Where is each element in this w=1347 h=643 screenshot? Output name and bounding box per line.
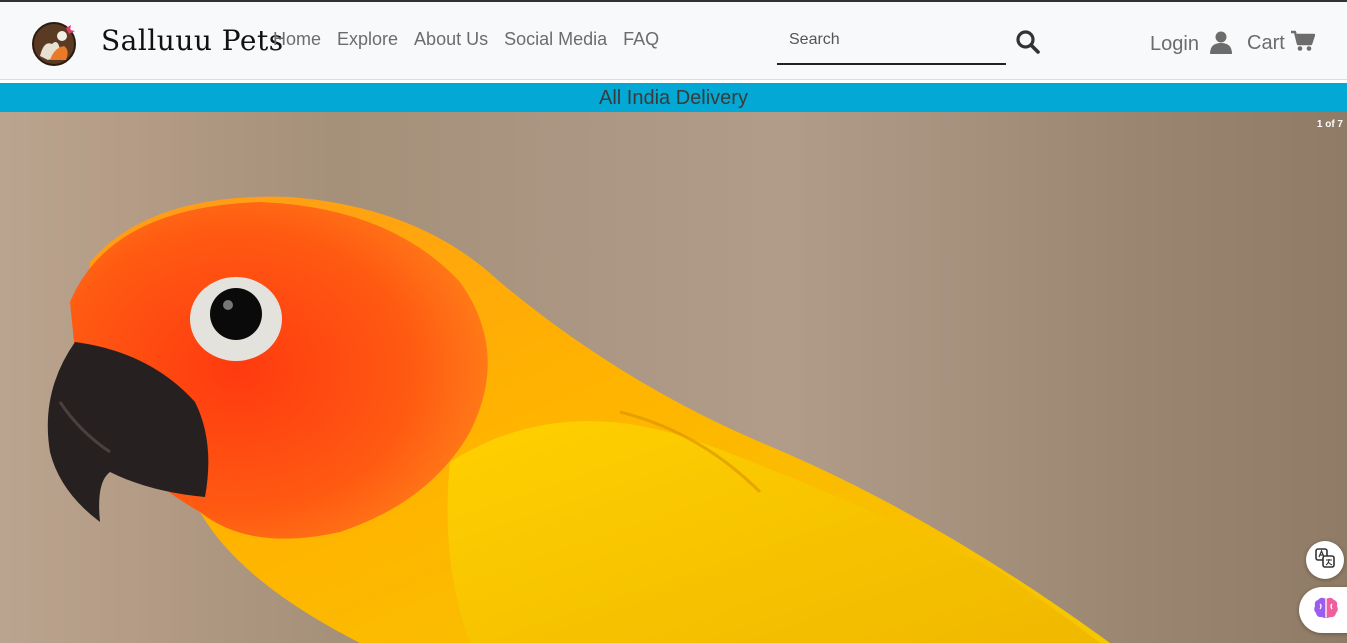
nav-home[interactable]: Home (273, 29, 321, 50)
ai-assistant-button[interactable] (1299, 587, 1347, 633)
main-nav: Home Explore About Us Social Media FAQ (273, 29, 659, 50)
logo-icon[interactable] (30, 20, 78, 66)
brain-icon (1313, 596, 1339, 625)
banner-text: All India Delivery (599, 87, 748, 109)
site-header: Salluuu Pets Home Explore About Us Socia… (0, 2, 1347, 80)
search-input[interactable] (777, 21, 1011, 59)
translate-icon (1314, 547, 1336, 574)
login-button[interactable]: Login (1150, 30, 1233, 59)
cart-icon (1290, 30, 1315, 57)
brand-name[interactable]: Salluuu Pets (101, 24, 284, 57)
user-icon (1209, 30, 1233, 59)
cart-label: Cart (1247, 32, 1285, 54)
nav-explore[interactable]: Explore (337, 29, 398, 50)
search-icon[interactable] (1015, 29, 1041, 60)
hero-image-parrot (47, 196, 1110, 643)
translate-button[interactable] (1306, 541, 1344, 579)
nav-faq[interactable]: FAQ (623, 29, 659, 50)
search-box (777, 21, 1011, 65)
nav-about-us[interactable]: About Us (414, 29, 488, 50)
hero-carousel[interactable]: 1 of 7 (0, 112, 1347, 643)
cart-button[interactable]: Cart (1247, 30, 1315, 57)
delivery-banner: All India Delivery (0, 83, 1347, 112)
nav-social-media[interactable]: Social Media (504, 29, 607, 50)
login-label: Login (1150, 33, 1199, 55)
slide-counter: 1 of 7 (1316, 119, 1343, 130)
